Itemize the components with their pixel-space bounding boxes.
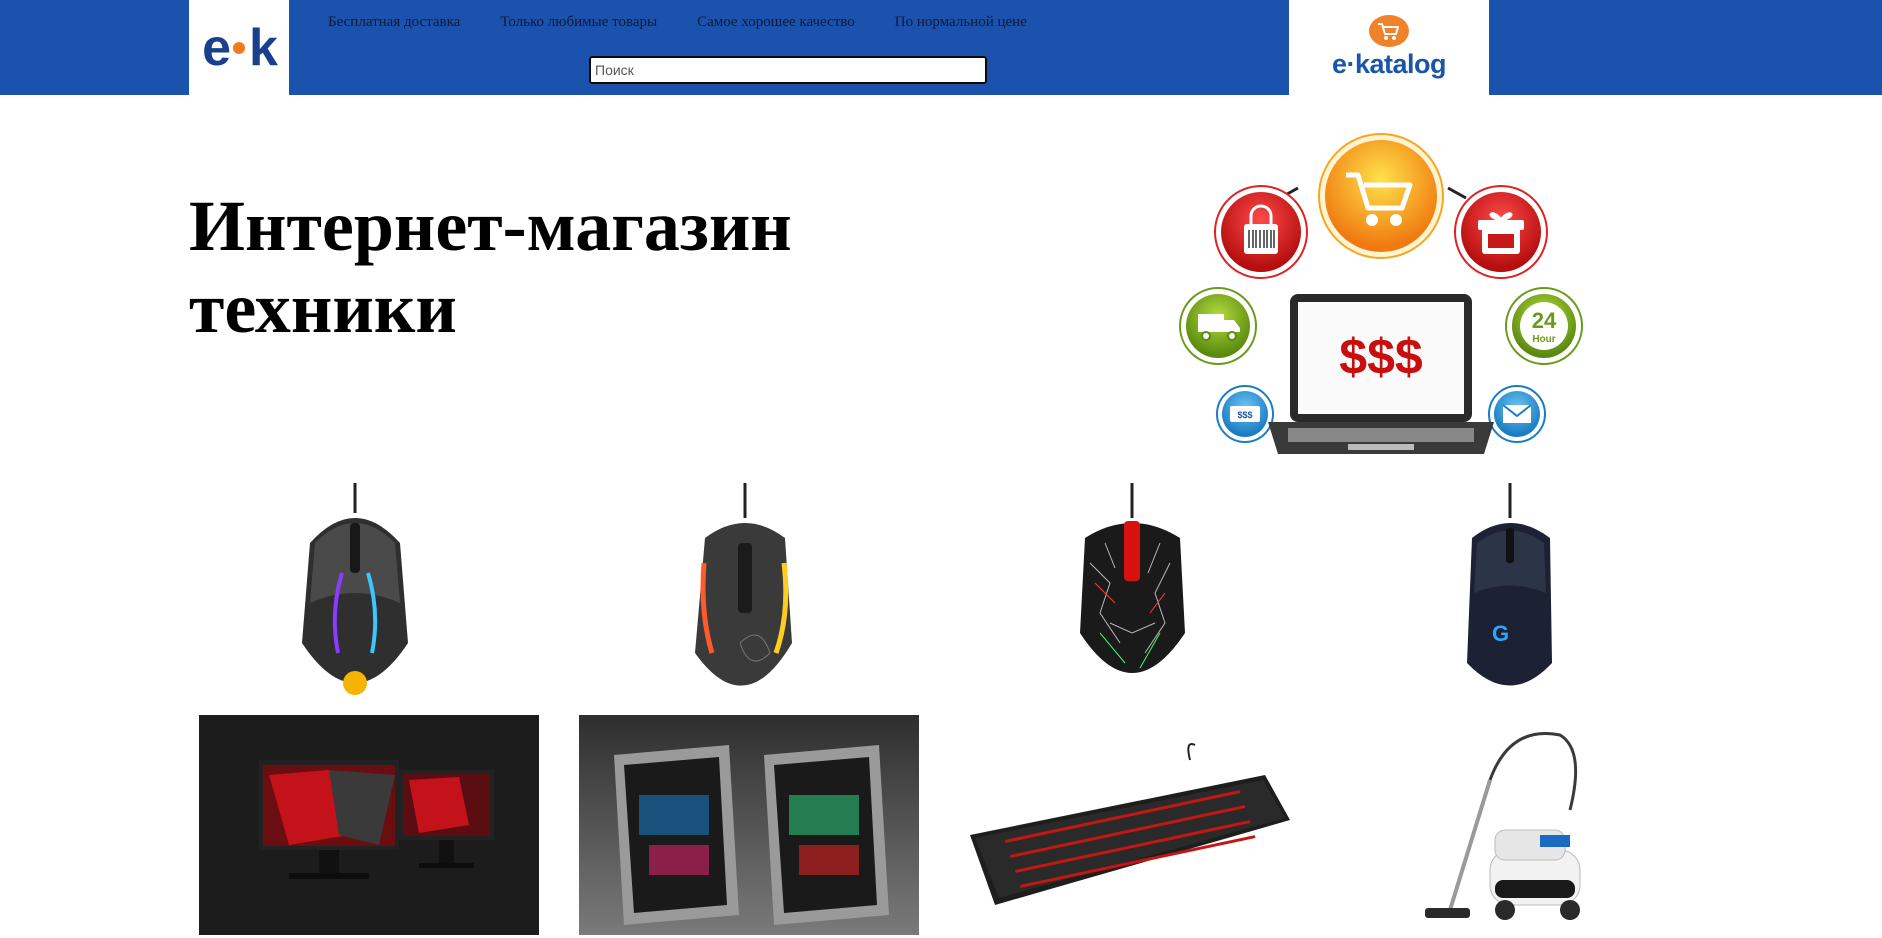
product-image-vacuum-cleaner[interactable] [1420, 720, 1585, 930]
nav-best-quality[interactable]: Самое хорошее качество [697, 14, 855, 31]
gift-box-icon [1454, 185, 1548, 279]
cart-icon [1318, 133, 1444, 259]
24-hour-icon: 24 Hour [1505, 287, 1583, 365]
nav-favorite-goods[interactable]: Только любимые товары [500, 14, 657, 31]
money-bill-icon: $$$ [1216, 385, 1274, 443]
bill-label: $$$ [1237, 410, 1252, 420]
header-bar: ek Бесплатная доставка Только любимые то… [0, 0, 1882, 95]
logo-ek-mark: ek [202, 18, 278, 77]
page-title-line1: Интернет-магазин [189, 186, 792, 266]
page-title: Интернет-магазин техники [189, 185, 889, 349]
product-image-gaming-pc-cases[interactable] [579, 715, 919, 935]
main-nav: Бесплатная доставка Только любимые товар… [328, 14, 1027, 31]
ecommerce-illustration: 24 Hour $$$ $$$ [1179, 133, 1583, 454]
nav-normal-price[interactable]: По нормальной цене [895, 14, 1027, 31]
laptop-price-text: $$$ [1339, 329, 1423, 385]
product-image-dual-monitors[interactable] [199, 715, 539, 935]
site-logo-small[interactable]: ek [189, 0, 289, 95]
svg-text:G: G [1492, 621, 1509, 646]
nav-free-delivery[interactable]: Бесплатная доставка [328, 14, 460, 31]
mail-envelope-icon [1488, 385, 1546, 443]
logo-brand-text: e·katalog [1331, 49, 1447, 79]
search-input[interactable] [589, 56, 987, 84]
page-title-line2: техники [189, 268, 457, 348]
product-image-mechanical-keyboard[interactable] [965, 740, 1295, 910]
site-logo-ekatalog[interactable]: e·katalog [1289, 0, 1489, 95]
product-image-mouse-bloody[interactable] [1070, 483, 1195, 708]
product-image-mouse-steelseries[interactable] [290, 483, 420, 708]
laptop-icon: $$$ [1268, 294, 1494, 454]
product-image-mouse-roccat[interactable] [680, 483, 805, 708]
24-hour-number: 24 [1532, 308, 1557, 333]
product-image-mouse-logitech[interactable]: G [1452, 483, 1572, 708]
24-hour-label: Hour [1532, 334, 1555, 345]
delivery-truck-icon [1179, 287, 1257, 365]
shopping-bag-icon [1214, 185, 1308, 279]
cart-logo-icon [1369, 15, 1409, 47]
